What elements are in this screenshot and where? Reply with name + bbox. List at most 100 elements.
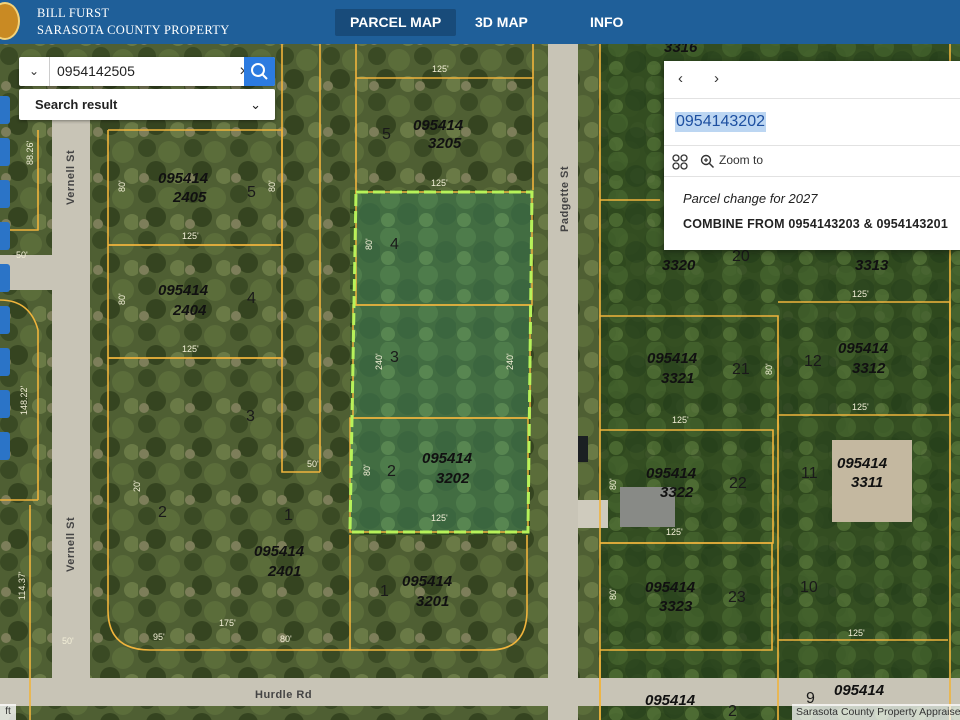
street-label-hurdle: Hurdle Rd: [255, 689, 312, 701]
tab-parcel-map[interactable]: PARCEL MAP: [335, 9, 457, 36]
dim-label: 148.22': [19, 385, 29, 415]
dim-label: 50': [16, 250, 28, 260]
parcel-2404-lot: 4: [247, 290, 256, 307]
street-label-vernell-bottom: Vernell St: [65, 517, 77, 572]
search-source-dropdown[interactable]: ⌄: [19, 57, 50, 86]
side-tool-button[interactable]: [0, 348, 10, 376]
parcel-2404-id-bottom: 2404: [172, 302, 207, 319]
next-arrow-icon[interactable]: ›: [714, 70, 719, 87]
brand-line-2: SARASOTA COUNTY PROPERTY: [37, 23, 230, 37]
tab-3d-map[interactable]: 3D MAP: [460, 9, 543, 36]
parcel-3201-lot: 1: [380, 583, 389, 600]
side-tool-button[interactable]: [0, 138, 10, 166]
dim-label: 88.26': [25, 140, 35, 165]
dim-label: 125': [666, 527, 683, 537]
dim-label: 80': [362, 464, 372, 476]
divider: [664, 98, 960, 99]
zoom-icon: [700, 154, 715, 169]
parcel-3320-id: 3320: [662, 257, 696, 274]
brand-line-1: BILL FURST: [37, 6, 110, 20]
lot-2-bottom-right: 2: [728, 703, 737, 720]
road-hurdle: [0, 678, 960, 706]
side-tool-button[interactable]: [0, 180, 10, 208]
dim-label: 125': [852, 402, 869, 412]
parcel-3320-lot: 20: [732, 248, 750, 265]
road-padgette: [548, 44, 578, 720]
parcel-3202-id-top: 095414: [422, 450, 473, 467]
dim-label: 125': [182, 344, 199, 354]
dim-label: 125': [431, 513, 448, 523]
parcel-2401-id-bottom: 2401: [267, 563, 301, 580]
dim-label: 80': [117, 180, 127, 192]
parcel-2405-id-top: 095414: [158, 170, 209, 187]
parcel-bottom-right-id-top: 095414: [834, 682, 885, 699]
dim-label: 125': [432, 64, 449, 74]
side-tool-button[interactable]: [0, 390, 10, 418]
parcel-3202-id-bottom: 3202: [436, 470, 470, 487]
dim-label: 240': [374, 353, 384, 370]
lot-2-left: 2: [158, 504, 167, 521]
lot-3-selected: 3: [390, 349, 399, 366]
parcel-change-title: Parcel change for 2027: [683, 191, 818, 206]
search-box: ⌄ 0954142505 ×: [19, 57, 275, 86]
dim-label: 80': [117, 293, 127, 305]
combine-text: COMBINE FROM 0954143203 & 0954143201: [683, 217, 948, 231]
dim-label: 80': [280, 634, 292, 644]
parcel-3312-id-top: 095414: [838, 340, 889, 357]
side-tool-button[interactable]: [0, 432, 10, 460]
selected-parcel-4[interactable]: [355, 191, 533, 306]
parcel-popup: ‹ › 0954143202 Zoom to Parcel change for…: [664, 61, 960, 250]
dim-label: 80': [608, 588, 618, 600]
side-tool-button[interactable]: [0, 306, 10, 334]
parcel-3205-lot: 5: [382, 126, 391, 143]
dim-label: 50': [307, 459, 319, 469]
parcel-3312-id-bottom: 3312: [852, 360, 886, 377]
grid-view-icon[interactable]: [672, 154, 688, 170]
parcel-2405-id-bottom: 2405: [172, 189, 207, 206]
popup-parcel-id[interactable]: 0954143202: [675, 112, 766, 132]
lot-3-left: 3: [246, 408, 255, 425]
parcel-3323-id-top: 095414: [645, 579, 696, 596]
dim-label: 125': [431, 178, 448, 188]
side-tool-button[interactable]: [0, 222, 10, 250]
lot-10: 10: [800, 579, 818, 596]
parcel-3321-lot: 21: [732, 361, 750, 378]
attribution-left: ft: [0, 704, 16, 720]
search-result-dropdown[interactable]: Search result ⌄: [19, 89, 275, 120]
parcel-3321-id-bottom: 3321: [661, 370, 694, 387]
divider: [664, 176, 960, 177]
side-tool-button[interactable]: [0, 264, 10, 292]
parcel-3321-id-top: 095414: [647, 350, 698, 367]
parcel-3322-lot: 22: [729, 475, 747, 492]
search-icon: [251, 63, 268, 80]
tab-info[interactable]: INFO: [575, 9, 638, 36]
search-button[interactable]: [244, 57, 275, 86]
street-label-vernell-top: Vernell St: [65, 150, 77, 205]
parcel-3201-id-top: 095414: [402, 573, 453, 590]
parcel-3202-lot: 2: [387, 463, 396, 480]
zoom-to-button[interactable]: Zoom to: [719, 153, 763, 167]
parcel-3324-id-top: 095414: [645, 692, 696, 709]
dim-label: 50': [62, 636, 74, 646]
parcel-2404-id-top: 095414: [158, 282, 209, 299]
parcel-3311-id-top: 095414: [837, 455, 888, 472]
dim-label: 125': [672, 415, 689, 425]
parcel-3313-id: 3313: [855, 257, 889, 274]
parcel-3311-id-bottom: 3311: [851, 474, 883, 491]
county-seal-icon: [0, 2, 20, 40]
search-input[interactable]: 0954142505: [57, 57, 135, 86]
dim-label: 125': [852, 289, 869, 299]
previous-arrow-icon[interactable]: ‹: [678, 70, 683, 87]
parcel-3312-lot: 12: [804, 353, 822, 370]
parcel-3201-id-bottom: 3201: [416, 593, 449, 610]
parcel-2401-id-top: 095414: [254, 543, 305, 560]
parcel-3311-lot: 11: [801, 465, 818, 482]
dim-label: 175': [219, 618, 236, 628]
dim-label: 95': [153, 632, 165, 642]
dim-label: 114.37': [17, 571, 27, 600]
dim-label: 20': [132, 480, 142, 492]
dim-label: 80': [267, 180, 277, 192]
dim-label: 80': [764, 363, 774, 375]
side-tool-button[interactable]: [0, 96, 10, 124]
map-attribution: Sarasota County Property Appraiser: [792, 704, 960, 720]
